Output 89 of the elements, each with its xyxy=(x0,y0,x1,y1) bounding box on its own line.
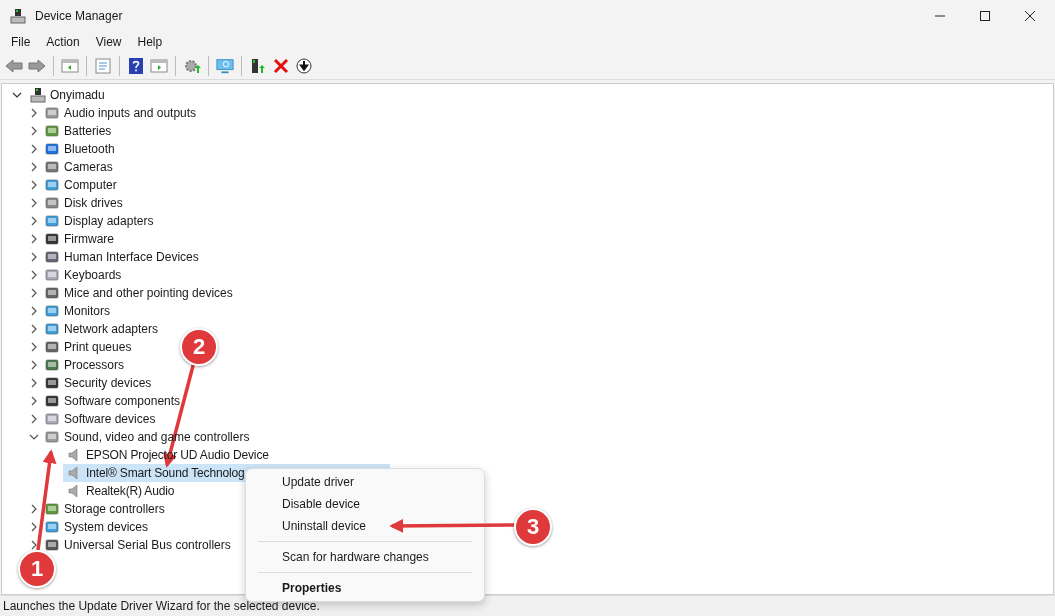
expand-chevron-icon[interactable] xyxy=(29,342,39,352)
tree-item[interactable]: Bluetooth xyxy=(64,142,115,156)
status-text: Launches the Update Driver Wizard for the selected device. xyxy=(3,599,320,613)
tree-item[interactable]: System devices xyxy=(64,520,149,534)
device-icon xyxy=(44,519,60,535)
collapse-chevron-icon[interactable] xyxy=(12,90,22,100)
device-icon xyxy=(44,213,60,229)
expand-chevron-icon[interactable] xyxy=(29,108,39,118)
tree-item[interactable]: Software devices xyxy=(64,412,156,426)
menu-item[interactable]: Disable device xyxy=(246,493,484,515)
device-icon xyxy=(44,249,60,265)
expand-chevron-icon[interactable] xyxy=(29,504,39,514)
expand-chevron-icon[interactable] xyxy=(29,288,39,298)
menu-item[interactable]: File xyxy=(11,35,31,49)
device-icon xyxy=(44,411,60,427)
back-arrow-icon[interactable] xyxy=(5,58,23,74)
tree-item[interactable]: Universal Serial Bus controllers xyxy=(64,538,231,552)
help-icon[interactable] xyxy=(127,58,145,74)
driver-update-icon[interactable] xyxy=(249,58,267,74)
device-icon xyxy=(44,393,60,409)
device-icon xyxy=(44,303,60,319)
tree-item[interactable]: Monitors xyxy=(64,304,110,318)
device-icon xyxy=(44,357,60,373)
tree-item[interactable]: Storage controllers xyxy=(64,502,165,516)
device-icon xyxy=(44,285,60,301)
download-circle-icon[interactable] xyxy=(295,58,313,74)
menu-item[interactable]: Properties xyxy=(246,577,484,599)
tree-item[interactable]: Onyimadu xyxy=(50,88,105,102)
tree-item[interactable]: Computer xyxy=(64,178,117,192)
expand-chevron-icon[interactable] xyxy=(29,414,39,424)
expand-chevron-icon[interactable] xyxy=(29,396,39,406)
computer-tower-icon xyxy=(30,87,46,103)
expand-chevron-icon[interactable] xyxy=(29,252,39,262)
menu-item[interactable]: Action xyxy=(46,35,80,49)
expand-chevron-icon[interactable] xyxy=(29,234,39,244)
device-icon xyxy=(44,267,60,283)
tree-item[interactable]: Disk drives xyxy=(64,196,123,210)
tree-item[interactable]: Display adapters xyxy=(64,214,154,228)
window-title: Device Manager xyxy=(35,9,123,23)
tree-item[interactable]: Software components xyxy=(64,394,181,408)
device-icon xyxy=(44,231,60,247)
expand-chevron-icon[interactable] xyxy=(29,144,39,154)
device-icon xyxy=(44,321,60,337)
expand-chevron-icon[interactable] xyxy=(29,126,39,136)
device-icon xyxy=(44,177,60,193)
tree-item[interactable]: Security devices xyxy=(64,376,152,390)
monitor-search-icon[interactable] xyxy=(216,58,234,74)
expand-chevron-icon[interactable] xyxy=(29,360,39,370)
device-icon xyxy=(44,123,60,139)
tree-item[interactable]: Keyboards xyxy=(64,268,122,282)
device-icon xyxy=(44,141,60,157)
expand-chevron-icon[interactable] xyxy=(29,270,39,280)
tree-item[interactable]: Audio inputs and outputs xyxy=(64,106,197,120)
expand-chevron-icon[interactable] xyxy=(29,162,39,172)
tree-item[interactable]: Processors xyxy=(64,358,125,372)
tree-item[interactable]: Batteries xyxy=(64,124,112,138)
gear-icon[interactable] xyxy=(183,58,201,74)
menu-item[interactable]: View xyxy=(95,35,122,49)
device-icon xyxy=(44,501,60,517)
tree-item[interactable]: Print queues xyxy=(64,340,132,354)
expand-chevron-icon[interactable] xyxy=(29,378,39,388)
device-icon xyxy=(44,429,60,445)
tree-item[interactable]: Mice and other pointing devices xyxy=(64,286,233,300)
forward-arrow-icon[interactable] xyxy=(28,58,46,74)
close-icon[interactable] xyxy=(1025,11,1035,21)
tree-item[interactable]: Cameras xyxy=(64,160,113,174)
expand-chevron-icon[interactable] xyxy=(29,522,39,532)
device-icon xyxy=(44,537,60,553)
menu-item[interactable]: Uninstall device xyxy=(246,515,484,537)
collapse-chevron-icon[interactable] xyxy=(29,432,39,442)
menu-item[interactable]: Scan for hardware changes xyxy=(246,546,484,568)
expand-chevron-icon[interactable] xyxy=(29,540,39,550)
menu-item[interactable]: Help xyxy=(137,35,163,49)
tree-item[interactable]: Network adapters xyxy=(64,322,159,336)
device-icon xyxy=(44,105,60,121)
device-icon xyxy=(44,195,60,211)
expand-chevron-icon[interactable] xyxy=(29,324,39,334)
device-icon xyxy=(44,339,60,355)
device-icon xyxy=(44,375,60,391)
device-icon xyxy=(44,159,60,175)
delete-icon[interactable] xyxy=(272,58,290,74)
expand-chevron-icon[interactable] xyxy=(29,180,39,190)
expand-chevron-icon[interactable] xyxy=(29,216,39,226)
tree-item[interactable]: Firmware xyxy=(64,232,114,246)
expand-chevron-icon[interactable] xyxy=(29,306,39,316)
maximize-icon[interactable] xyxy=(980,11,990,21)
device-manager-icon xyxy=(10,8,26,24)
expand-chevron-icon[interactable] xyxy=(29,198,39,208)
tree-item[interactable]: Human Interface Devices xyxy=(64,250,199,264)
